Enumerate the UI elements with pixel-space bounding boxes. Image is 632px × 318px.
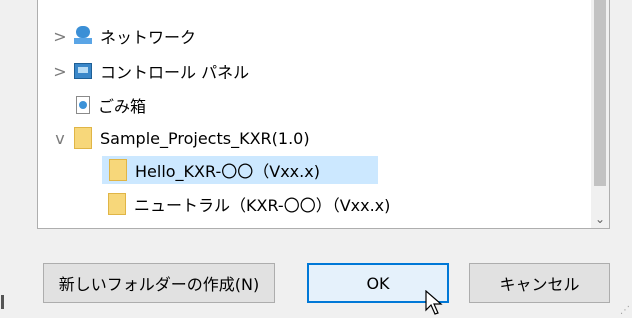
chevron-down-icon[interactable]: v xyxy=(52,129,68,148)
window-edge xyxy=(1,295,4,309)
chevron-right-icon[interactable]: > xyxy=(52,62,68,81)
tree-item-control-panel[interactable]: > コントロール パネル xyxy=(52,57,249,85)
tree-item-label: Sample_Projects_KXR(1.0) xyxy=(100,128,310,148)
scroll-down-arrow-icon[interactable]: ⌄ xyxy=(591,210,609,228)
tree-item-neutral[interactable]: ニュートラル（KXR-〇〇）（Vxx.x) xyxy=(108,190,390,218)
folder-tree[interactable]: > ネットワーク > コントロール パネル ごみ箱 v Sample_Proje… xyxy=(37,0,610,229)
folder-icon xyxy=(108,193,126,215)
tree-item-recycle-bin[interactable]: ごみ箱 xyxy=(52,91,146,119)
folder-icon xyxy=(74,127,92,149)
tree-item-label: ニュートラル（KXR-〇〇）（Vxx.x) xyxy=(134,196,391,215)
tree-item-label: Hello_KXR-〇〇（Vxx.x) xyxy=(135,162,320,181)
scroll-thumb[interactable] xyxy=(594,0,606,186)
mouse-cursor-icon xyxy=(425,290,443,315)
recycle-bin-icon xyxy=(76,96,90,114)
control-panel-icon xyxy=(74,63,92,79)
tree-item-hello-kxr[interactable]: Hello_KXR-〇〇（Vxx.x) xyxy=(102,156,378,184)
network-icon xyxy=(74,26,92,46)
vertical-scrollbar[interactable]: ⌄ xyxy=(591,0,609,228)
tree-item-label: コントロール パネル xyxy=(100,63,250,82)
tree-item-network[interactable]: > ネットワーク xyxy=(52,22,196,50)
tree-item-sample-projects[interactable]: v Sample_Projects_KXR(1.0) xyxy=(52,124,310,152)
folder-icon xyxy=(109,159,127,181)
chevron-right-icon[interactable]: > xyxy=(52,27,68,46)
tree-item-label: ごみ箱 xyxy=(98,97,147,116)
cancel-button[interactable]: キャンセル xyxy=(469,263,610,303)
new-folder-button[interactable]: 新しいフォルダーの作成(N) xyxy=(43,263,275,303)
resize-grip-icon[interactable]: ⋰ xyxy=(620,305,630,316)
tree-item-label: ネットワーク xyxy=(100,28,197,47)
